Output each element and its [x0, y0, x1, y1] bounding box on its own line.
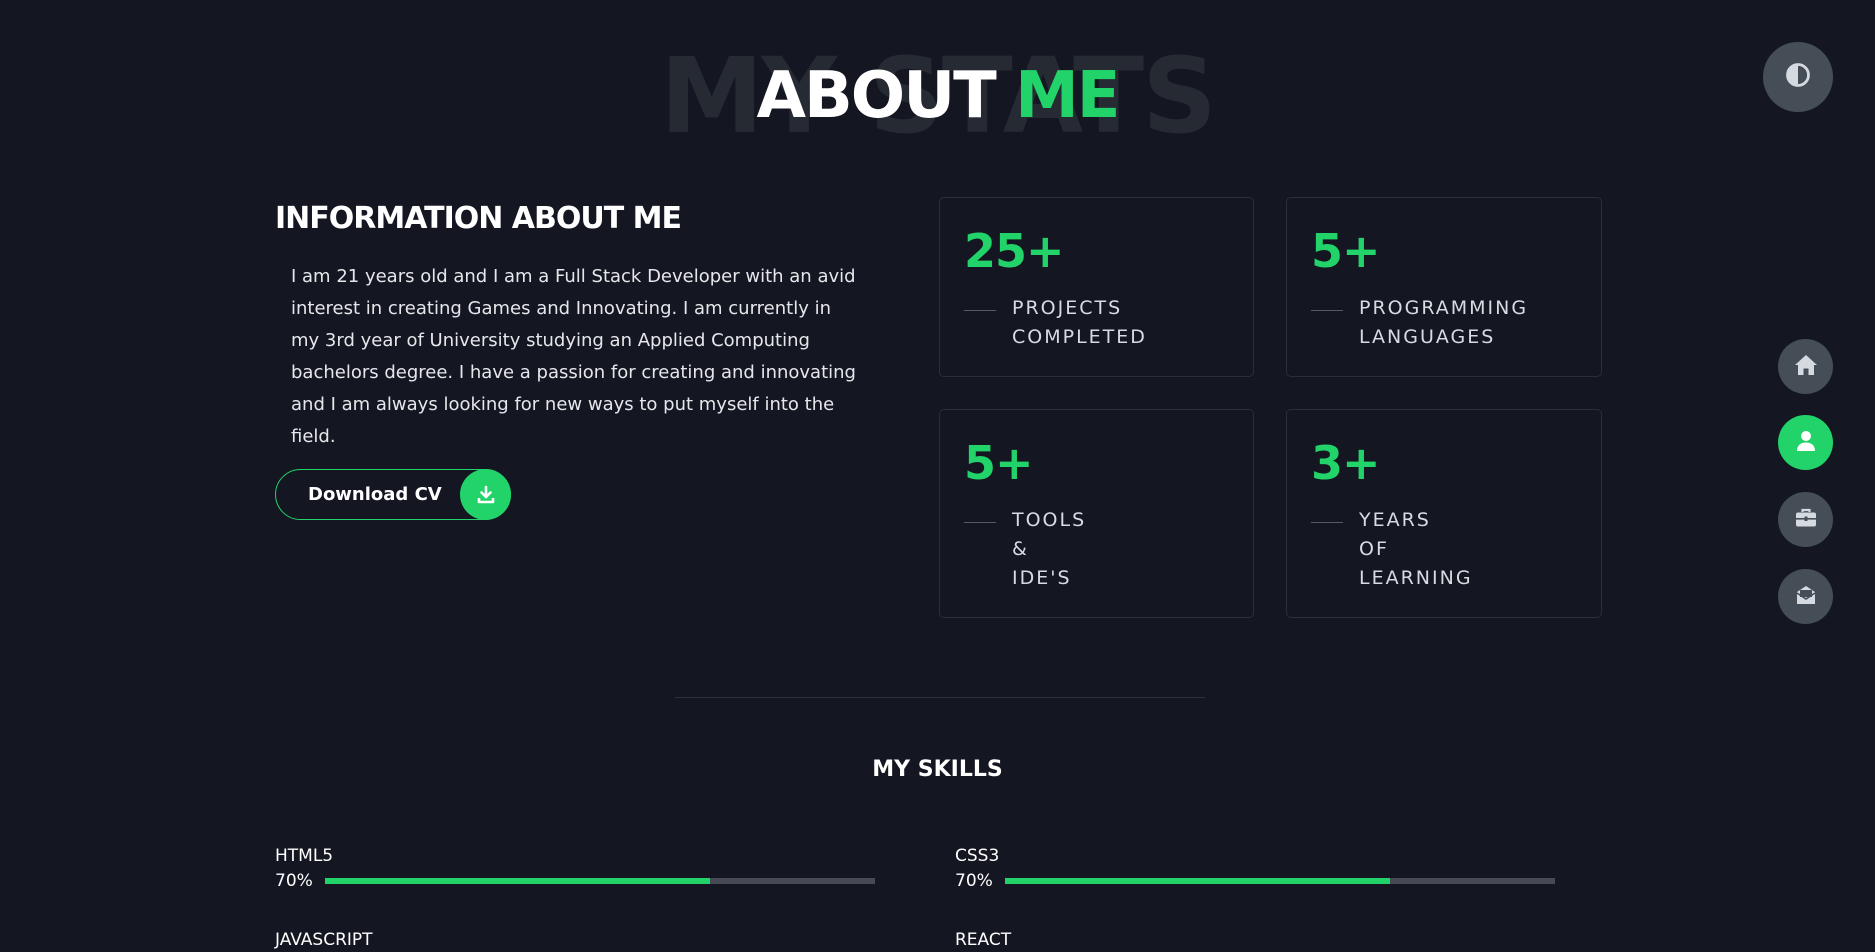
stat-label: PROJECTS COMPLETED	[1012, 294, 1147, 352]
stat-card-tools: 5+ TOOLS & IDE'S	[939, 409, 1254, 618]
stat-label-line: PROJECTS	[1012, 297, 1123, 319]
info-paragraph: I am 21 years old and I am a Full Stack …	[291, 266, 856, 447]
about-page: MY STATS ABOUT ME INFORMATION ABOUT ME I…	[0, 0, 1875, 952]
briefcase-icon	[1795, 508, 1817, 532]
stat-divider	[964, 310, 996, 311]
section-divider	[675, 697, 1205, 698]
section-title: MY STATS ABOUT ME	[0, 34, 1875, 154]
stat-card-languages: 5+ PROGRAMMING LANGUAGES	[1286, 197, 1602, 377]
stat-label-line: COMPLETED	[1012, 326, 1147, 348]
nav-home-button[interactable]	[1778, 339, 1833, 394]
skill-css3: CSS3 70%	[955, 845, 1555, 891]
title-accent: ME	[1015, 59, 1120, 133]
skill-progress-fill	[325, 878, 710, 884]
download-cv-label: Download CV	[308, 484, 442, 505]
stat-card-years: 3+ YEARS OF LEARNING	[1286, 409, 1602, 618]
stat-divider	[964, 522, 996, 523]
skill-percent: 70%	[275, 871, 313, 891]
skill-progress-fill	[1005, 878, 1390, 884]
stat-label-line: OF	[1359, 538, 1389, 560]
skill-progress-track	[1005, 878, 1555, 884]
theme-toggle-button[interactable]	[1763, 42, 1833, 112]
skill-html5: HTML5 70%	[275, 845, 875, 891]
stat-number: 25+	[964, 224, 1065, 278]
title-main: ABOUT	[756, 59, 996, 133]
user-icon	[1796, 430, 1816, 456]
skill-progress-track	[325, 878, 875, 884]
contrast-icon	[1785, 62, 1811, 92]
skill-name: REACT	[955, 930, 1012, 950]
stat-divider	[1311, 310, 1343, 311]
stat-divider	[1311, 522, 1343, 523]
nav-contact-button[interactable]	[1778, 569, 1833, 624]
page-title: ABOUT ME	[0, 64, 1875, 128]
info-heading: INFORMATION ABOUT ME	[275, 201, 682, 236]
skill-percent: 70%	[955, 871, 993, 891]
stat-label: PROGRAMMING LANGUAGES	[1359, 294, 1528, 352]
stat-label: YEARS OF LEARNING	[1359, 506, 1473, 593]
stat-label-line: LEARNING	[1359, 567, 1473, 589]
stat-label-line: &	[1012, 538, 1029, 560]
stat-number: 5+	[1311, 224, 1381, 278]
skill-react: REACT	[955, 929, 1555, 951]
skill-name: CSS3	[955, 846, 1000, 866]
nav-about-button[interactable]	[1778, 415, 1833, 470]
stat-label-line: YEARS	[1359, 509, 1431, 531]
skills-heading: MY SKILLS	[872, 757, 1003, 782]
stat-label: TOOLS & IDE'S	[1012, 506, 1086, 593]
stat-label-line: IDE'S	[1012, 567, 1072, 589]
skill-name: HTML5	[275, 846, 334, 866]
stat-number: 3+	[1311, 436, 1381, 490]
stat-card-projects: 25+ PROJECTS COMPLETED	[939, 197, 1254, 377]
stat-label-line: PROGRAMMING	[1359, 297, 1529, 319]
mail-icon	[1795, 584, 1817, 610]
download-icon	[460, 469, 511, 520]
home-icon	[1794, 354, 1818, 380]
nav-portfolio-button[interactable]	[1778, 492, 1833, 547]
stat-number: 5+	[964, 436, 1034, 490]
skill-javascript: JAVASCRIPT	[275, 929, 875, 951]
download-cv-button[interactable]: Download CV	[275, 469, 511, 520]
skill-name: JAVASCRIPT	[275, 930, 373, 950]
stat-label-line: LANGUAGES	[1359, 326, 1496, 348]
stat-label-line: TOOLS	[1012, 509, 1087, 531]
